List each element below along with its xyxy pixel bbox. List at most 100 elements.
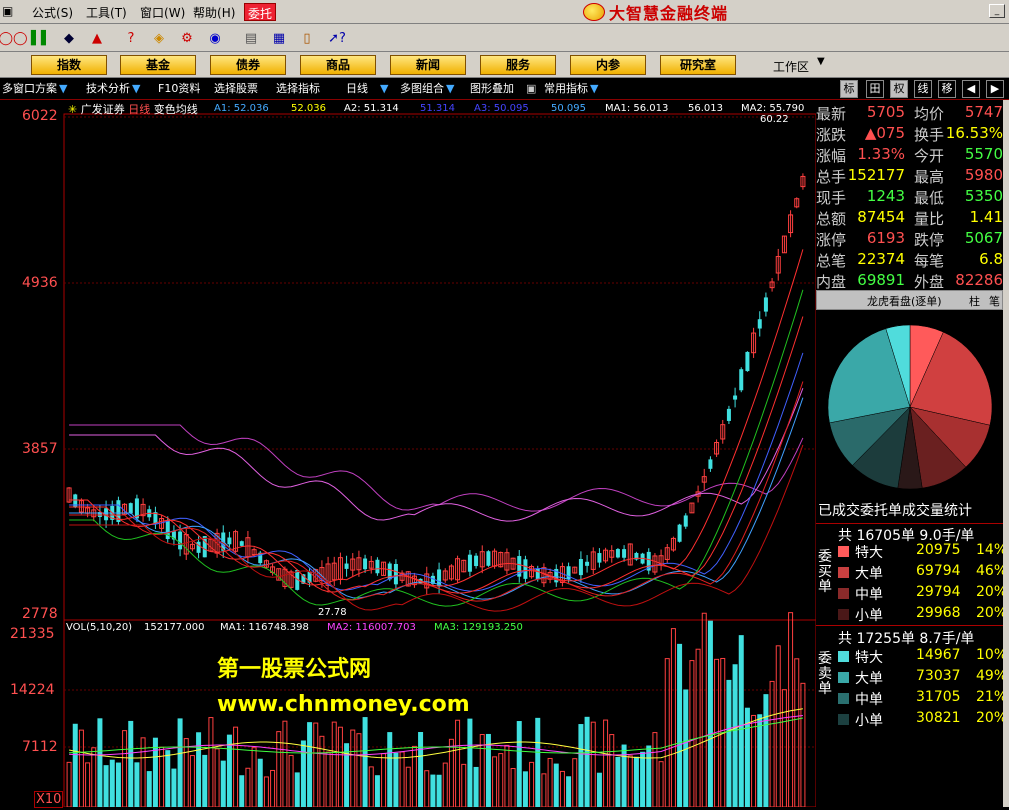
tab-zhu[interactable]: 柱: [969, 293, 980, 309]
order-volume: 29968: [916, 605, 961, 621]
category-service[interactable]: 服务: [480, 55, 556, 75]
brand-title: 大智慧金融终端: [609, 4, 729, 23]
category-news[interactable]: 新闻: [390, 55, 466, 75]
func-common-indicator[interactable]: 常用指标 ▼: [544, 81, 598, 97]
candle-body: [757, 319, 762, 329]
entrust-button[interactable]: 委托: [244, 3, 277, 21]
color-swatch: [838, 588, 849, 599]
watermark-title: 第一股票公式网: [217, 657, 372, 682]
candle-body: [615, 549, 620, 558]
candle-body: [375, 559, 380, 574]
quote-label: 总笔: [816, 252, 847, 270]
quote-value: 1.41: [969, 208, 1003, 226]
volume-bar: [128, 720, 134, 808]
barcode-icon[interactable]: ▌▌: [30, 28, 52, 48]
menu-help[interactable]: 帮助(H): [193, 4, 235, 21]
category-fund[interactable]: 基金: [120, 55, 196, 75]
volume-bar: [788, 612, 794, 808]
lock-icon[interactable]: ▣: [526, 81, 536, 97]
diamond-icon[interactable]: ◈: [148, 28, 170, 48]
volume-bar: [596, 772, 602, 808]
volume-bar: [220, 760, 226, 808]
func-multiwindow[interactable]: 多窗口方案 ▼: [2, 81, 67, 97]
app-icon[interactable]: ▣: [2, 4, 13, 18]
sell-row: 小单 30821 20%: [838, 710, 1007, 730]
prev-icon[interactable]: ◀: [962, 80, 980, 98]
chart-area[interactable]: 6022 4936 3857 2778 60.22 27.78 ✳ 广发证券 日…: [0, 100, 817, 808]
category-research[interactable]: 研究室: [660, 55, 736, 75]
alarm-icon[interactable]: ▲: [86, 28, 108, 48]
tab-biao[interactable]: 标: [840, 80, 858, 98]
tab-quan[interactable]: 权: [890, 80, 908, 98]
quote-label: 跌停: [914, 231, 945, 249]
candle-body: [474, 555, 479, 567]
ma2-value: MA2: 55.790: [741, 103, 805, 114]
candle-body: [393, 563, 398, 585]
quote-label: 涨停: [816, 231, 847, 249]
workspace-dropdown-icon[interactable]: ▼: [817, 56, 825, 67]
category-insider[interactable]: 内参: [570, 55, 646, 75]
volume-bar: [732, 664, 738, 808]
volume-bar: [251, 747, 257, 808]
menu-window[interactable]: 窗口(W): [140, 4, 185, 21]
volume-bar: [652, 732, 658, 808]
quote-value: 5570: [964, 145, 1003, 163]
globe-icon[interactable]: ◉: [204, 28, 226, 48]
func-select-indicator[interactable]: 选择指标: [276, 81, 320, 97]
menu-tools[interactable]: 工具(T): [86, 4, 127, 21]
books-icon[interactable]: ▯: [296, 28, 318, 48]
candle-body: [622, 549, 627, 558]
candle-body: [363, 558, 368, 570]
tab-tian[interactable]: 田: [866, 80, 884, 98]
binoculars-icon[interactable]: ◆: [58, 28, 80, 48]
sell-row: 特大 14967 10%: [838, 647, 1007, 667]
order-size: 中单: [855, 692, 883, 708]
category-index[interactable]: 指数: [31, 55, 107, 75]
vol-ma2: MA2: 116007.703: [327, 622, 416, 633]
workspace-label[interactable]: 工作区: [773, 58, 809, 75]
sell-row: 大单 73037 49%: [838, 668, 1007, 688]
func-multi-chart[interactable]: 多图组合 ▼: [400, 81, 454, 97]
menu-tools-label: 工具: [86, 6, 111, 20]
quote-label: 涨幅: [816, 147, 847, 165]
next-icon[interactable]: ▶: [986, 80, 1004, 98]
tab-xian[interactable]: 线: [914, 80, 932, 98]
tab-yi[interactable]: 移: [938, 80, 956, 98]
func-daily[interactable]: 日线 ▼: [346, 81, 388, 97]
buy-row: 特大 20975 14%: [838, 542, 1007, 562]
glasses-icon[interactable]: ◯◯: [0, 28, 28, 48]
menu-help-key: (H): [217, 6, 236, 20]
volume-bar: [492, 756, 498, 808]
volume-bar: [504, 744, 510, 808]
category-commodity[interactable]: 商品: [300, 55, 376, 75]
tab-bi[interactable]: 笔: [989, 293, 1000, 309]
candle-body: [196, 541, 201, 553]
func-select-stock[interactable]: 选择股票: [214, 81, 258, 97]
scrollbar[interactable]: [1003, 100, 1009, 807]
printer-icon[interactable]: ▤: [240, 28, 262, 48]
menu-formula[interactable]: 公式(S): [32, 4, 73, 21]
volume-bar: [146, 771, 152, 808]
candle-body: [585, 561, 590, 566]
category-bond[interactable]: 债券: [210, 55, 286, 75]
menu-help-label: 帮助: [193, 6, 218, 20]
func-tech-analysis[interactable]: 技术分析 ▼: [86, 81, 140, 97]
volume-bar: [455, 719, 461, 808]
candle-body: [202, 536, 207, 558]
volume-bar: [418, 732, 424, 808]
func-overlay[interactable]: 图形叠加: [470, 81, 514, 97]
volume-bar: [405, 766, 411, 808]
color-swatch: [838, 546, 849, 557]
window-icon[interactable]: ▦: [268, 28, 290, 48]
volume-bar: [609, 734, 615, 808]
volume-bar: [436, 774, 442, 808]
question-icon[interactable]: ?: [120, 28, 142, 48]
tab-longhu[interactable]: 龙虎看盘(逐单): [867, 293, 942, 309]
minimize-icon[interactable]: _: [989, 4, 1005, 18]
help-cursor-icon[interactable]: ➚?: [326, 28, 348, 48]
ma-line: [69, 352, 804, 592]
settings-icon[interactable]: ⚙: [176, 28, 198, 48]
volume-bar: [214, 748, 220, 808]
func-f10[interactable]: F10资料: [158, 81, 200, 97]
order-volume: 69794: [916, 563, 961, 579]
